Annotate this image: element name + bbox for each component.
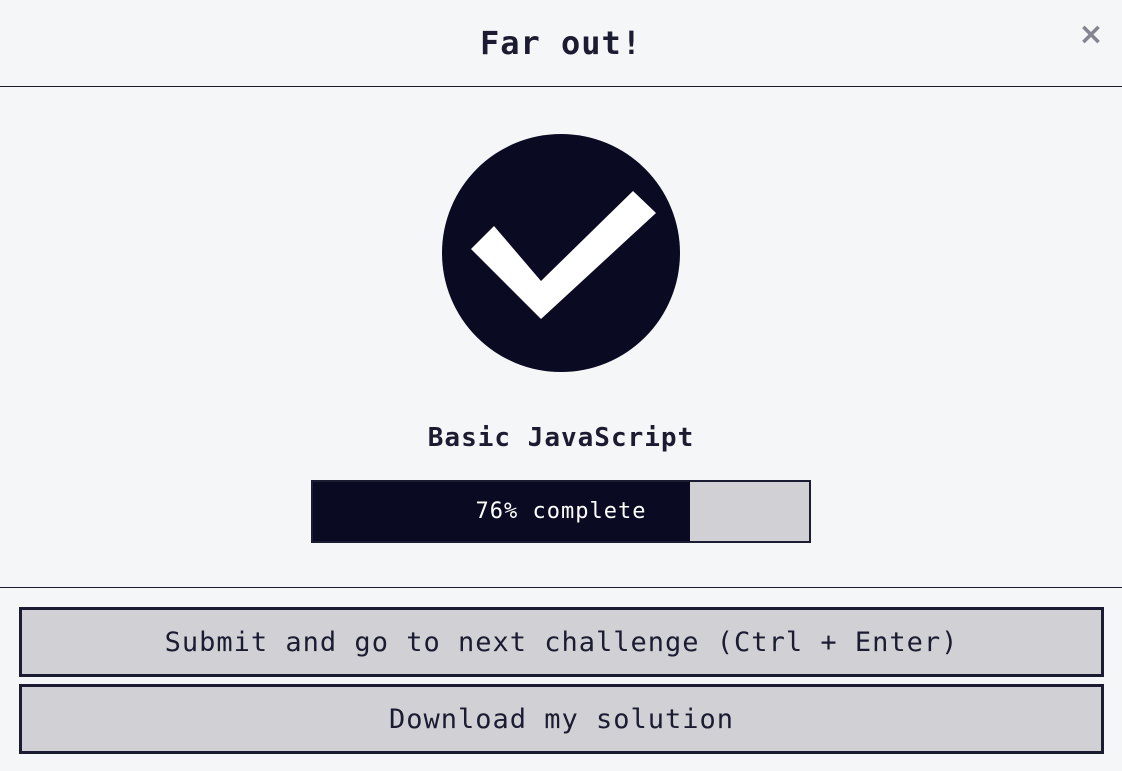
download-solution-button[interactable]: Download my solution [19, 684, 1104, 754]
completion-modal: Far out! × Basic JavaScript 76% complete… [0, 0, 1122, 771]
progress-label: 76% complete [475, 499, 647, 524]
modal-body: Basic JavaScript 76% complete [0, 87, 1122, 588]
modal-title: Far out! [479, 24, 643, 62]
check-circle-icon [442, 134, 680, 372]
block-title: Basic JavaScript [427, 423, 695, 453]
close-icon[interactable]: × [1076, 20, 1106, 50]
submit-next-challenge-button[interactable]: Submit and go to next challenge (Ctrl + … [19, 607, 1104, 677]
modal-header: Far out! × [0, 0, 1122, 87]
modal-footer: Submit and go to next challenge (Ctrl + … [0, 588, 1122, 771]
progress-bar: 76% complete [311, 480, 811, 543]
